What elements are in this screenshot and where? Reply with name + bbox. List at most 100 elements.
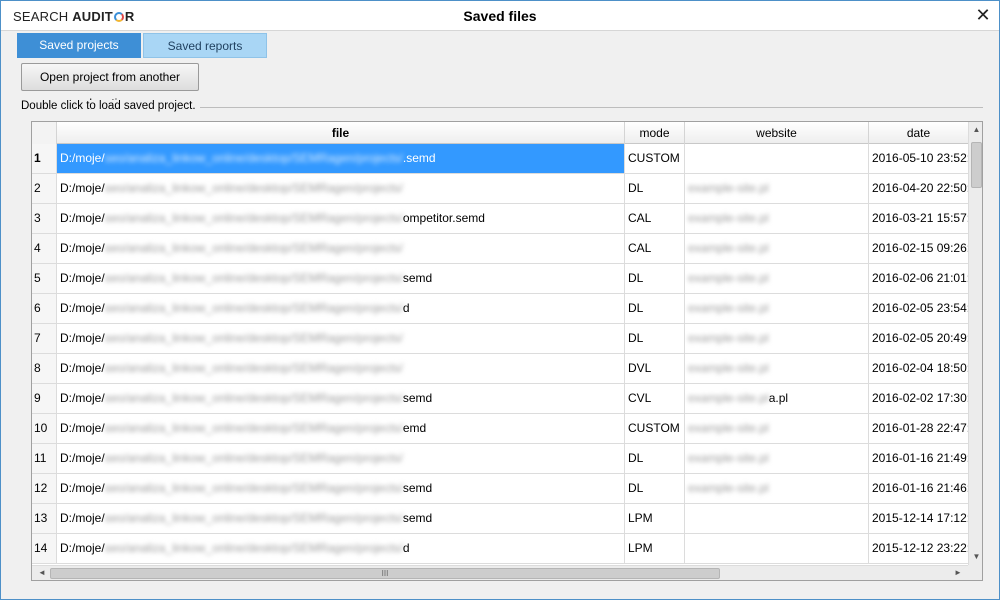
row-number[interactable]: 13: [32, 504, 57, 533]
table-row[interactable]: 3 D:/moje/seo/analiza_linkow_online/deskt…: [32, 204, 968, 234]
cell-date[interactable]: 2016-02-15 09:26:: [869, 234, 968, 263]
scroll-right-icon[interactable]: ►: [950, 566, 966, 580]
cell-file[interactable]: D:/moje/seo/analiza_linkow_online/deskto…: [57, 504, 625, 533]
cell-file[interactable]: D:/moje/seo/analiza_linkow_online/deskto…: [57, 474, 625, 503]
table-row[interactable]: 13 D:/moje/seo/analiza_linkow_online/desk…: [32, 504, 968, 534]
scroll-up-icon[interactable]: ▲: [969, 122, 982, 138]
tab-saved-projects[interactable]: Saved projects: [17, 33, 141, 58]
vertical-scrollbar[interactable]: ▲ ▼: [968, 122, 982, 565]
table-row[interactable]: 6 D:/moje/seo/analiza_linkow_online/deskt…: [32, 294, 968, 324]
cell-website[interactable]: example-site.pl: [685, 174, 869, 203]
row-number[interactable]: 5: [32, 264, 57, 293]
cell-file[interactable]: D:/moje/seo/analiza_linkow_online/deskto…: [57, 144, 625, 173]
scroll-down-icon[interactable]: ▼: [969, 549, 982, 565]
cell-date[interactable]: 2016-02-06 21:01:: [869, 264, 968, 293]
close-icon[interactable]: ✕: [973, 5, 993, 25]
cell-file[interactable]: D:/moje/seo/analiza_linkow_online/deskto…: [57, 534, 625, 563]
table-row[interactable]: 14 D:/moje/seo/analiza_linkow_online/desk…: [32, 534, 968, 564]
row-number[interactable]: 8: [32, 354, 57, 383]
cell-website[interactable]: example-site.pl: [685, 414, 869, 443]
table-row[interactable]: 2 D:/moje/seo/analiza_linkow_online/deskt…: [32, 174, 968, 204]
cell-website[interactable]: example-site.pl: [685, 354, 869, 383]
cell-mode[interactable]: DVL: [625, 354, 685, 383]
cell-date[interactable]: 2016-03-21 15:57:: [869, 204, 968, 233]
column-header-file[interactable]: file: [57, 122, 625, 144]
cell-file[interactable]: D:/moje/seo/analiza_linkow_online/deskto…: [57, 354, 625, 383]
row-number[interactable]: 4: [32, 234, 57, 263]
cell-website[interactable]: [685, 504, 869, 533]
tab-saved-reports[interactable]: Saved reports: [143, 33, 267, 58]
cell-website[interactable]: [685, 534, 869, 563]
cell-mode[interactable]: CVL: [625, 384, 685, 413]
table-row[interactable]: 7 D:/moje/seo/analiza_linkow_online/deskt…: [32, 324, 968, 354]
cell-date[interactable]: 2016-01-16 21:49:: [869, 444, 968, 473]
table-row[interactable]: 8 D:/moje/seo/analiza_linkow_online/deskt…: [32, 354, 968, 384]
row-number[interactable]: 11: [32, 444, 57, 473]
row-number[interactable]: 10: [32, 414, 57, 443]
table-row[interactable]: 10 D:/moje/seo/analiza_linkow_online/desk…: [32, 414, 968, 444]
cell-website[interactable]: example-site.pl: [685, 294, 869, 323]
cell-mode[interactable]: LPM: [625, 534, 685, 563]
horizontal-scroll-thumb[interactable]: III: [50, 568, 720, 579]
row-number[interactable]: 12: [32, 474, 57, 503]
table-row[interactable]: 12 D:/moje/seo/analiza_linkow_online/desk…: [32, 474, 968, 504]
open-project-other-location-button[interactable]: Open project from another location: [21, 63, 199, 110]
table-row[interactable]: 9 D:/moje/seo/analiza_linkow_online/deskt…: [32, 384, 968, 414]
scroll-left-icon[interactable]: ◄: [34, 566, 50, 580]
cell-mode[interactable]: DL: [625, 474, 685, 503]
cell-mode[interactable]: DL: [625, 294, 685, 323]
cell-mode[interactable]: CAL: [625, 204, 685, 233]
row-number[interactable]: 3: [32, 204, 57, 233]
table-row[interactable]: 4 D:/moje/seo/analiza_linkow_online/deskt…: [32, 234, 968, 264]
cell-date[interactable]: 2015-12-14 17:12:: [869, 504, 968, 533]
cell-file[interactable]: D:/moje/seo/analiza_linkow_online/deskto…: [57, 294, 625, 323]
row-number[interactable]: 9: [32, 384, 57, 413]
cell-website[interactable]: example-site.pl: [685, 324, 869, 353]
row-number[interactable]: 1: [32, 144, 57, 173]
cell-file[interactable]: D:/moje/seo/analiza_linkow_online/deskto…: [57, 234, 625, 263]
cell-mode[interactable]: DL: [625, 324, 685, 353]
column-header-website[interactable]: website: [685, 122, 869, 144]
vertical-scroll-thumb[interactable]: [971, 142, 982, 188]
table-row[interactable]: 5 D:/moje/seo/analiza_linkow_online/deskt…: [32, 264, 968, 294]
cell-date[interactable]: 2016-02-05 20:49:: [869, 324, 968, 353]
cell-mode[interactable]: DL: [625, 174, 685, 203]
cell-date[interactable]: 2015-12-12 23:22:: [869, 534, 968, 563]
cell-website[interactable]: example-site.pla.pl: [685, 384, 869, 413]
horizontal-scrollbar[interactable]: ◄ III ►: [32, 565, 968, 580]
cell-website[interactable]: example-site.pl: [685, 264, 869, 293]
cell-mode[interactable]: LPM: [625, 504, 685, 533]
cell-date[interactable]: 2016-01-16 21:46:: [869, 474, 968, 503]
cell-date[interactable]: 2016-02-02 17:30:: [869, 384, 968, 413]
cell-mode[interactable]: CUSTOM: [625, 414, 685, 443]
row-number[interactable]: 7: [32, 324, 57, 353]
cell-file[interactable]: D:/moje/seo/analiza_linkow_online/deskto…: [57, 384, 625, 413]
table-row[interactable]: 11 D:/moje/seo/analiza_linkow_online/desk…: [32, 444, 968, 474]
cell-file[interactable]: D:/moje/seo/analiza_linkow_online/deskto…: [57, 444, 625, 473]
cell-file[interactable]: D:/moje/seo/analiza_linkow_online/deskto…: [57, 414, 625, 443]
cell-file[interactable]: D:/moje/seo/analiza_linkow_online/deskto…: [57, 174, 625, 203]
cell-mode[interactable]: CUSTOM: [625, 144, 685, 173]
cell-date[interactable]: 2016-02-04 18:50:: [869, 354, 968, 383]
cell-file[interactable]: D:/moje/seo/analiza_linkow_online/deskto…: [57, 324, 625, 353]
cell-mode[interactable]: CAL: [625, 234, 685, 263]
header-corner[interactable]: [32, 122, 57, 144]
cell-date[interactable]: 2016-01-28 22:47:: [869, 414, 968, 443]
cell-mode[interactable]: DL: [625, 264, 685, 293]
table-row[interactable]: 1 D:/moje/seo/analiza_linkow_online/deskt…: [32, 144, 968, 174]
cell-file[interactable]: D:/moje/seo/analiza_linkow_online/deskto…: [57, 204, 625, 233]
column-header-mode[interactable]: mode: [625, 122, 685, 144]
row-number[interactable]: 2: [32, 174, 57, 203]
row-number[interactable]: 14: [32, 534, 57, 563]
cell-website[interactable]: example-site.pl: [685, 234, 869, 263]
cell-website[interactable]: example-site.pl: [685, 204, 869, 233]
cell-website[interactable]: example-site.pl: [685, 474, 869, 503]
row-number[interactable]: 6: [32, 294, 57, 323]
cell-date[interactable]: 2016-04-20 22:50:: [869, 174, 968, 203]
cell-website[interactable]: example-site.pl: [685, 444, 869, 473]
cell-mode[interactable]: DL: [625, 444, 685, 473]
cell-website[interactable]: [685, 144, 869, 173]
column-header-date[interactable]: date: [869, 122, 968, 144]
cell-file[interactable]: D:/moje/seo/analiza_linkow_online/deskto…: [57, 264, 625, 293]
cell-date[interactable]: 2016-05-10 23:52:: [869, 144, 968, 173]
